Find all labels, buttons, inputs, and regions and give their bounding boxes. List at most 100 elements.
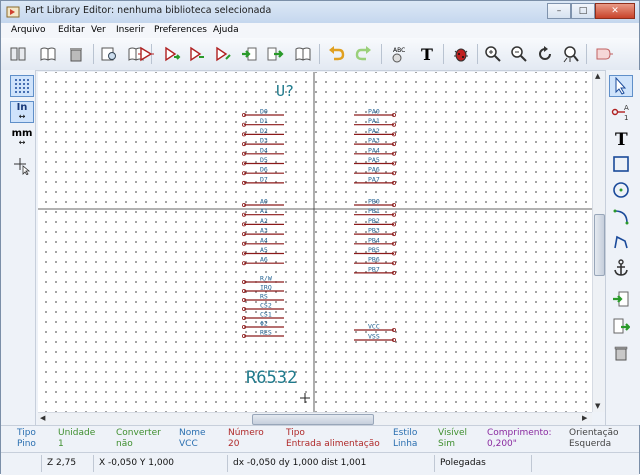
- reference-label[interactable]: U?: [276, 82, 294, 100]
- left-pin[interactable]: A2: [241, 217, 284, 227]
- pin-name: PB3: [368, 227, 380, 235]
- left-pin[interactable]: RS: [241, 293, 284, 302]
- left-pin[interactable]: A4: [241, 236, 284, 246]
- close-button[interactable]: ✕: [595, 3, 635, 19]
- left-pin[interactable]: D5: [241, 156, 284, 166]
- left-pin[interactable]: D3: [241, 137, 284, 147]
- import-graphics-icon[interactable]: [609, 288, 633, 310]
- load-component-icon[interactable]: [161, 43, 183, 65]
- right-pin[interactable]: PA1: [354, 117, 396, 127]
- library-browse-icon[interactable]: [37, 43, 59, 65]
- right-pin[interactable]: PA7: [354, 175, 396, 185]
- grid-toggle-icon[interactable]: [10, 75, 34, 97]
- datasheet-icon[interactable]: [292, 43, 314, 65]
- select-arrow-icon[interactable]: [609, 75, 633, 97]
- left-pin[interactable]: D7: [241, 175, 284, 185]
- scroll-left-icon[interactable]: ◀: [40, 414, 45, 422]
- left-pin[interactable]: D2: [241, 127, 284, 137]
- left-pin[interactable]: IRQ: [241, 284, 284, 293]
- scroll-right-icon[interactable]: ▶: [582, 414, 587, 422]
- library-icon[interactable]: [7, 43, 29, 65]
- info-header: Orientação: [569, 428, 619, 438]
- vertical-scrollbar[interactable]: ▲ ▼: [592, 72, 605, 412]
- left-pin[interactable]: A3: [241, 227, 284, 237]
- export-graphics-icon[interactable]: [609, 315, 633, 337]
- add-text-icon[interactable]: T: [609, 127, 633, 149]
- zoom-in-icon[interactable]: [482, 43, 504, 65]
- pin-name: R/W: [260, 275, 272, 283]
- right-pin[interactable]: PB3: [354, 227, 396, 237]
- text-icon[interactable]: T: [416, 43, 438, 65]
- maximize-button[interactable]: □: [571, 3, 595, 19]
- right-pin[interactable]: PA5: [354, 156, 396, 166]
- zoom-out-icon[interactable]: [508, 43, 530, 65]
- left-pin[interactable]: D0: [241, 108, 284, 118]
- menu-editar[interactable]: Editar: [58, 25, 85, 35]
- left-pin[interactable]: D4: [241, 146, 284, 156]
- undo-icon[interactable]: [325, 43, 347, 65]
- right-pin[interactable]: PA4: [354, 146, 396, 156]
- menu-inserir[interactable]: Inserir: [116, 25, 145, 35]
- left-pin[interactable]: A0: [241, 198, 284, 207]
- schematic-canvas[interactable]: U? R6532 D0 D1 D2 D3 D4 D5 D6 D7 A0 A1 A2 A3 A4 A5 A6 R…: [38, 72, 592, 412]
- add-pin-icon[interactable]: A1: [609, 101, 633, 123]
- delete-library-icon[interactable]: [65, 43, 87, 65]
- view-docs-icon[interactable]: [98, 43, 120, 65]
- minimize-button[interactable]: –: [547, 3, 571, 19]
- scroll-down-icon[interactable]: ▼: [595, 402, 600, 410]
- new-component-icon[interactable]: [135, 43, 157, 65]
- left-pin[interactable]: A5: [241, 246, 284, 256]
- left-pin[interactable]: A6: [241, 256, 284, 266]
- right-pin[interactable]: PB7: [354, 265, 396, 275]
- right-pin[interactable]: PA0: [354, 108, 396, 118]
- menu-ver[interactable]: Ver: [91, 25, 106, 35]
- units-inch-button[interactable]: In ↔: [10, 101, 34, 123]
- right-pin[interactable]: PB4: [354, 236, 396, 246]
- left-pin[interactable]: D1: [241, 117, 284, 127]
- right-pin[interactable]: PA3: [354, 137, 396, 147]
- right-pin[interactable]: VSS: [354, 333, 396, 342]
- value-label[interactable]: R6532: [246, 368, 297, 388]
- left-pin[interactable]: R/W: [241, 275, 284, 284]
- pin-table-icon[interactable]: [593, 43, 615, 65]
- export-component-icon[interactable]: [238, 43, 260, 65]
- zoom-fit-icon[interactable]: [560, 43, 582, 65]
- scroll-up-icon[interactable]: ▲: [595, 72, 600, 80]
- left-pin[interactable]: D6: [241, 166, 284, 176]
- cursor-shape-icon[interactable]: [10, 155, 34, 177]
- left-pin[interactable]: CS1: [241, 311, 284, 320]
- import-component-icon[interactable]: [212, 43, 234, 65]
- left-pin[interactable]: CS2: [241, 302, 284, 311]
- menu-ajuda[interactable]: Ajuda: [213, 25, 239, 35]
- horizontal-scroll-thumb[interactable]: [252, 414, 374, 425]
- anchor-icon[interactable]: [609, 257, 633, 279]
- add-polyline-icon[interactable]: [609, 231, 633, 253]
- vertical-scroll-thumb[interactable]: [594, 214, 605, 276]
- menu-preferences[interactable]: Preferences: [154, 25, 207, 35]
- left-pin[interactable]: A1: [241, 207, 284, 217]
- right-pin[interactable]: PB5: [354, 246, 396, 256]
- right-pin[interactable]: PB6: [354, 256, 396, 266]
- erc-bug-icon[interactable]: [450, 43, 472, 65]
- redo-icon[interactable]: [353, 43, 375, 65]
- right-pin[interactable]: VCC: [354, 323, 396, 332]
- horizontal-scrollbar[interactable]: ◀ ▶: [38, 412, 592, 425]
- right-pin[interactable]: PA6: [354, 166, 396, 176]
- right-pin[interactable]: PB0: [354, 198, 396, 207]
- right-pin[interactable]: PB1: [354, 207, 396, 217]
- left-pin[interactable]: Φ2: [241, 320, 284, 329]
- zoom-redraw-icon[interactable]: [534, 43, 556, 65]
- add-circle-icon[interactable]: [609, 179, 633, 201]
- right-pin[interactable]: PB2: [354, 217, 396, 227]
- left-pin[interactable]: RES: [241, 329, 284, 338]
- delete-item-icon[interactable]: [609, 342, 633, 364]
- right-pin[interactable]: PA2: [354, 127, 396, 137]
- add-arc-icon[interactable]: [609, 205, 633, 227]
- pin-name: D6: [260, 166, 268, 174]
- component-icon[interactable]: [186, 43, 208, 65]
- spellcheck-icon[interactable]: ABC: [388, 43, 410, 65]
- menu-arquivo[interactable]: Arquivo: [11, 25, 45, 35]
- save-component-icon[interactable]: [264, 43, 286, 65]
- units-mm-button[interactable]: mm ↔: [10, 127, 34, 149]
- add-rectangle-icon[interactable]: [609, 153, 633, 175]
